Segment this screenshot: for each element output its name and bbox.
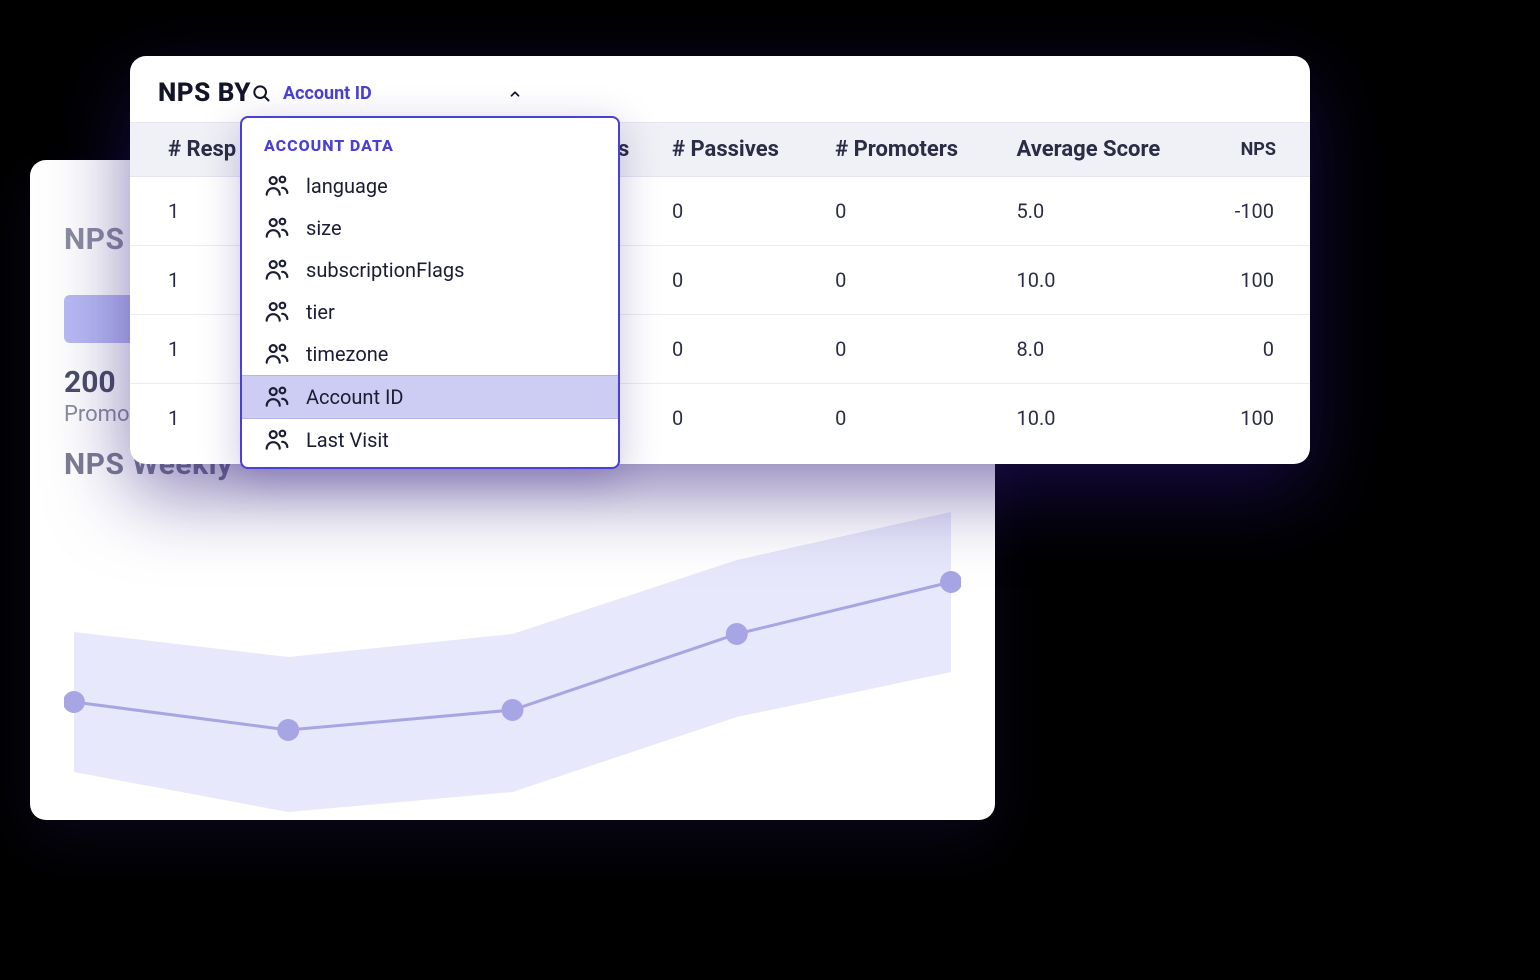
cell-passives: 0 <box>654 384 817 453</box>
dropdown-item-label: Account ID <box>306 385 404 409</box>
dropdown-item[interactable]: subscriptionFlags <box>242 249 618 291</box>
cell-avg: 8.0 <box>999 315 1204 384</box>
nps-weekly-chart <box>64 512 961 832</box>
cell-passives: 0 <box>654 246 817 315</box>
cell-nps: 100 <box>1204 384 1310 453</box>
cell-promoters: 0 <box>817 315 998 384</box>
dropdown-section-label: ACCOUNT DATA <box>242 132 618 165</box>
dropdown-item-label: subscriptionFlags <box>306 258 464 282</box>
cell-passives: 0 <box>654 177 817 246</box>
people-icon <box>264 215 290 241</box>
dropdown-item-label: language <box>306 174 388 198</box>
people-icon <box>264 257 290 283</box>
cell-passives: 0 <box>654 315 817 384</box>
col-avg-score[interactable]: Average Score <box>999 123 1204 177</box>
group-by-dropdown[interactable]: ACCOUNT DATA language size subscriptionFla… <box>240 116 620 469</box>
cell-avg: 10.0 <box>999 246 1204 315</box>
cell-nps: -100 <box>1204 177 1310 246</box>
people-icon <box>264 299 290 325</box>
cell-promoters: 0 <box>817 246 998 315</box>
cell-avg: 10.0 <box>999 384 1204 453</box>
cell-promoters: 0 <box>817 177 998 246</box>
col-nps[interactable]: NPS <box>1204 123 1310 177</box>
dropdown-item-label: timezone <box>306 342 388 366</box>
group-by-selected[interactable]: Account ID <box>283 83 372 104</box>
dropdown-item[interactable]: timezone <box>242 333 618 375</box>
people-icon <box>264 384 290 410</box>
cell-avg: 5.0 <box>999 177 1204 246</box>
nps-by-prefix: NPS BY <box>158 78 251 108</box>
cell-promoters: 0 <box>817 384 998 453</box>
dropdown-item-label: tier <box>306 300 335 324</box>
search-icon <box>251 83 271 103</box>
cell-nps: 100 <box>1204 246 1310 315</box>
dropdown-item[interactable]: Account ID <box>242 375 618 419</box>
chevron-up-icon[interactable] <box>508 86 522 100</box>
dropdown-item[interactable]: language <box>242 165 618 207</box>
dropdown-item-label: Last Visit <box>306 428 389 452</box>
dropdown-item[interactable]: size <box>242 207 618 249</box>
col-promoters[interactable]: # Promoters <box>817 123 998 177</box>
people-icon <box>264 427 290 453</box>
people-icon <box>264 341 290 367</box>
people-icon <box>264 173 290 199</box>
promoters-pill <box>64 295 138 343</box>
dropdown-item[interactable]: Last Visit <box>242 419 618 461</box>
cell-nps: 0 <box>1204 315 1310 384</box>
dropdown-item-label: size <box>306 216 342 240</box>
col-passives[interactable]: # Passives <box>654 123 817 177</box>
dropdown-item[interactable]: tier <box>242 291 618 333</box>
